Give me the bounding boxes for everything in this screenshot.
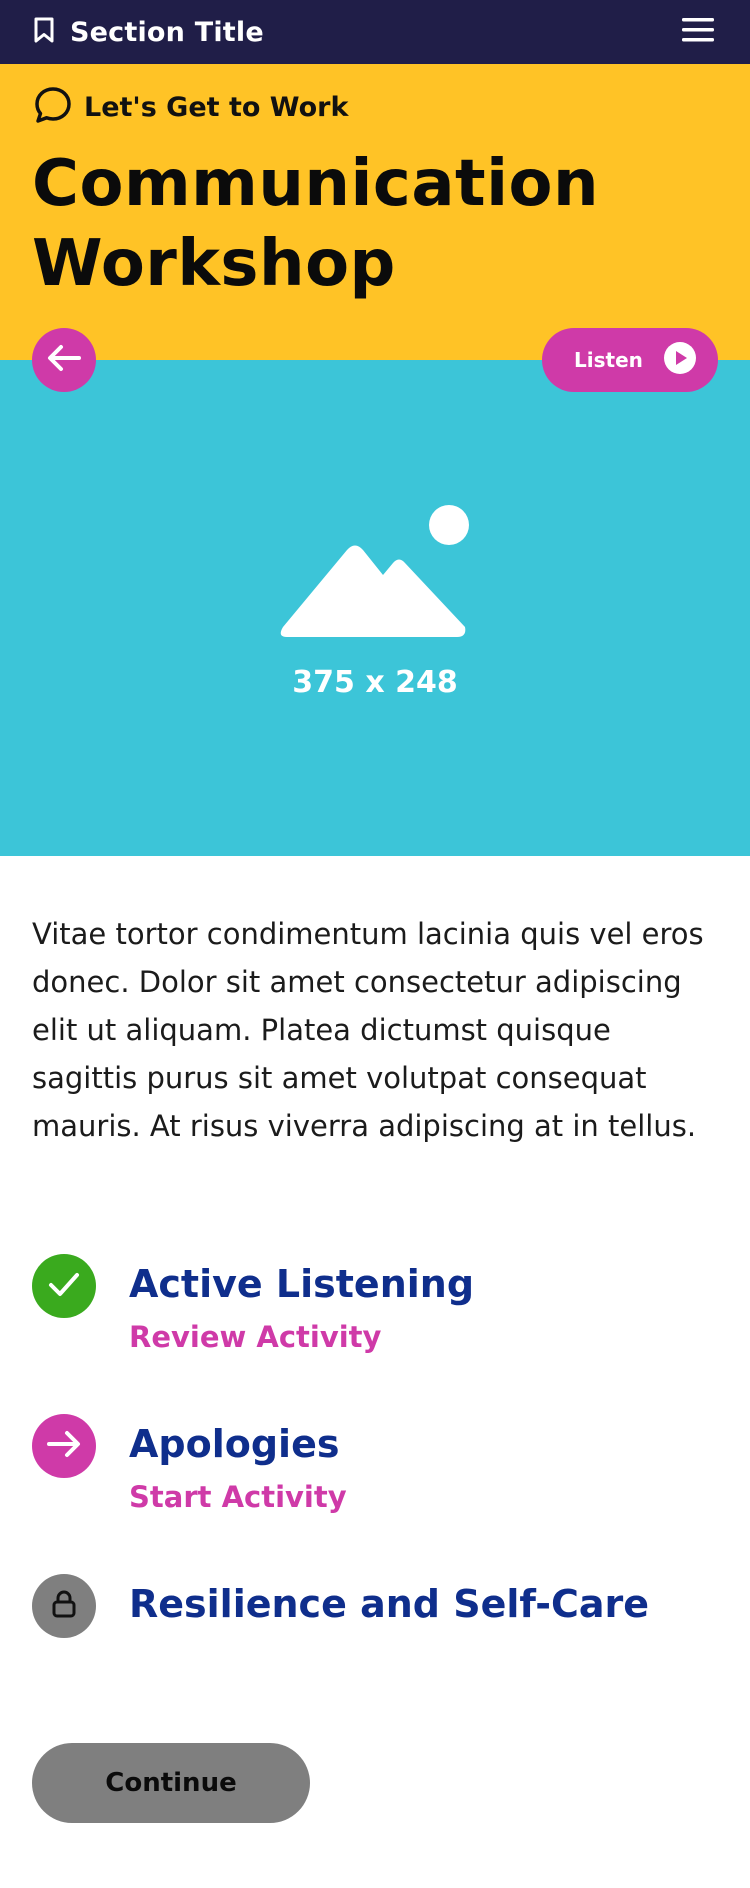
activity-title: Resilience and Self-Care <box>129 1582 650 1626</box>
activity-title: Apologies <box>129 1422 340 1466</box>
image-size-label: 375 x 248 <box>292 665 458 700</box>
eyebrow-label: Let's Get to Work <box>84 91 349 123</box>
chat-bubble-icon <box>32 84 74 130</box>
activity-item-active-listening[interactable]: Active Listening Review Activity <box>32 1254 722 1374</box>
start-activity-link[interactable]: Start Activity <box>129 1480 347 1514</box>
image-placeholder-icon <box>275 505 475 645</box>
play-circle-icon <box>664 342 696 378</box>
listen-button[interactable]: Listen <box>542 328 718 392</box>
completed-status-badge <box>32 1254 96 1318</box>
image-placeholder: 375 x 248 <box>0 505 750 700</box>
top-bar: Section Title <box>0 0 750 64</box>
page-title-line-2: Workshop <box>32 227 396 301</box>
section-title: Section Title <box>70 16 264 48</box>
activity-item-apologies[interactable]: Apologies Start Activity <box>32 1414 722 1534</box>
section-header: Section Title <box>32 16 264 48</box>
locked-status-badge <box>32 1574 96 1638</box>
available-status-badge <box>32 1414 96 1478</box>
activity-item-resilience: Resilience and Self-Care <box>32 1574 722 1694</box>
listen-label: Listen <box>574 348 643 372</box>
hero-banner: Let's Get to Work Communication Workshop <box>0 64 750 360</box>
page-title: Communication Workshop <box>32 144 672 304</box>
hero-image: 375 x 248 <box>0 360 750 856</box>
activity-title: Active Listening <box>129 1262 475 1306</box>
eyebrow: Let's Get to Work <box>32 84 348 130</box>
page-title-line-1: Communication <box>32 147 600 221</box>
back-button[interactable] <box>32 328 96 392</box>
intro-paragraph: Vitae tortor condimentum lacinia quis ve… <box>32 917 704 1143</box>
checkmark-icon <box>47 1270 81 1302</box>
arrow-left-icon <box>47 344 81 376</box>
hamburger-menu-icon <box>682 16 714 48</box>
review-activity-link[interactable]: Review Activity <box>129 1320 381 1354</box>
bookmark-icon[interactable] <box>32 16 56 48</box>
continue-button[interactable]: Continue <box>32 1743 310 1823</box>
menu-button[interactable] <box>678 12 718 52</box>
lock-icon <box>50 1589 78 1623</box>
arrow-right-icon <box>47 1430 81 1462</box>
